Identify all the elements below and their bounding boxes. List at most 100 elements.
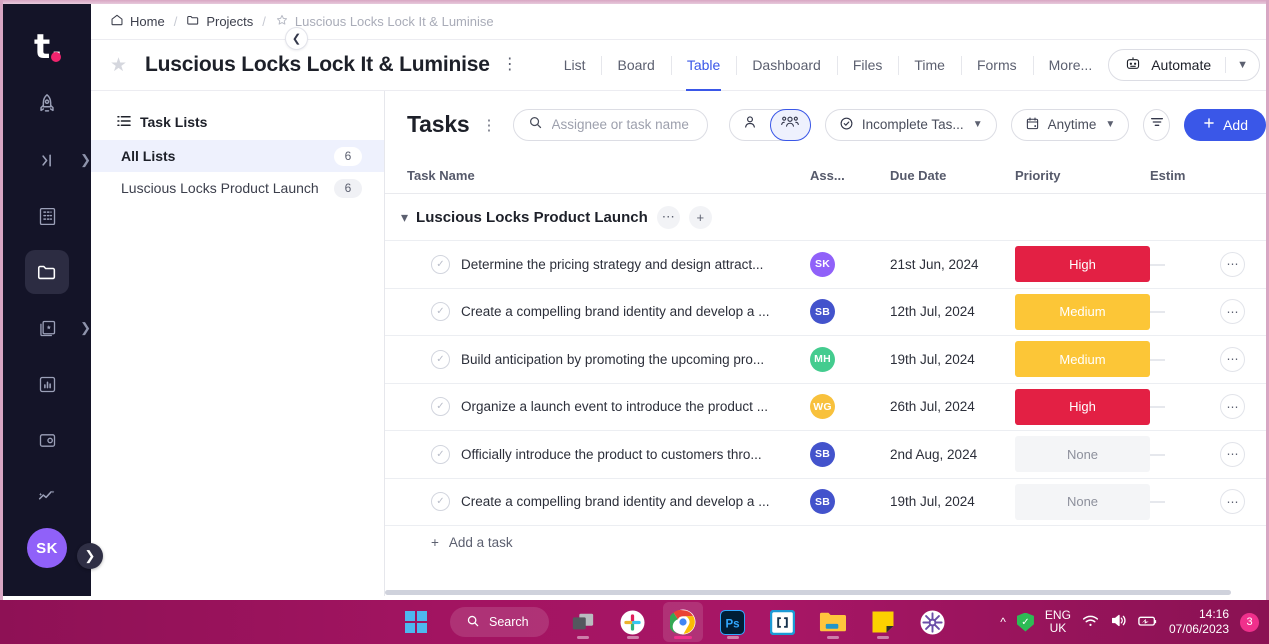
task-priority-badge[interactable]: Medium [1015, 341, 1150, 378]
volume-icon[interactable] [1110, 613, 1127, 631]
rail-item-rocket[interactable] [25, 82, 69, 126]
task-options-button[interactable]: ⋯ [1220, 299, 1245, 325]
tab-table[interactable]: Table [670, 40, 736, 91]
tab-time[interactable]: Time [898, 40, 961, 91]
add-task-row[interactable]: + Add a task [385, 525, 1266, 559]
task-estimate[interactable]: — [1150, 446, 1165, 463]
rail-item-projects[interactable] [25, 250, 69, 294]
tab-board[interactable]: Board [601, 40, 670, 91]
assignee-avatar[interactable]: SK [810, 251, 835, 277]
tab-forms[interactable]: Forms [960, 40, 1033, 91]
task-options-button[interactable]: ⋯ [1220, 489, 1245, 515]
breadcrumb-projects[interactable]: Projects [186, 13, 253, 30]
table-row[interactable]: ✓ Create a compelling brand identity and … [385, 477, 1266, 526]
rail-item-collapse[interactable]: ❯ [25, 138, 91, 182]
task-complete-checkbox[interactable]: ✓ [431, 254, 450, 274]
search-input[interactable] [551, 117, 693, 132]
notification-badge[interactable]: 3 [1240, 612, 1259, 632]
task-complete-checkbox[interactable]: ✓ [431, 444, 450, 464]
task-options-button[interactable]: ⋯ [1220, 394, 1245, 420]
start-button[interactable] [396, 602, 436, 642]
rail-item-templates[interactable]: ❯ [25, 306, 91, 350]
task-priority-badge[interactable]: None [1015, 483, 1150, 520]
task-due-date[interactable]: 26th Jul, 2024 [890, 399, 1015, 414]
status-filter-dropdown[interactable]: Incomplete Tas... ▼ [824, 108, 997, 141]
brackets-icon[interactable] [763, 602, 803, 642]
tray-expand-icon[interactable]: ^ [1000, 615, 1006, 629]
taskbar-search[interactable]: Search [450, 607, 549, 637]
sticky-notes-icon[interactable] [863, 602, 903, 642]
chevron-down-icon[interactable]: ▾ [393, 209, 416, 226]
assignee-avatar[interactable]: SB [810, 489, 835, 515]
rail-item-reports[interactable] [25, 362, 69, 406]
task-due-date[interactable]: 19th Jul, 2024 [890, 494, 1015, 509]
tab-dashboard[interactable]: Dashboard [736, 40, 837, 91]
column-header-assignee[interactable]: Ass... [810, 168, 890, 183]
task-options-button[interactable]: ⋯ [1220, 346, 1245, 372]
photoshop-icon[interactable]: Ps [713, 602, 753, 642]
task-estimate[interactable]: — [1150, 256, 1165, 273]
task-priority-badge[interactable]: High [1015, 388, 1150, 425]
horizontal-scrollbar[interactable] [385, 590, 1231, 595]
slack-icon[interactable] [613, 602, 653, 642]
rail-item-grid[interactable] [25, 194, 69, 238]
task-options-button[interactable]: ⋯ [1220, 251, 1245, 277]
tab-files[interactable]: Files [836, 40, 899, 91]
task-complete-checkbox[interactable]: ✓ [431, 397, 450, 417]
rail-item-finance[interactable] [25, 418, 69, 462]
task-due-date[interactable]: 19th Jul, 2024 [890, 352, 1015, 367]
tasks-options-button[interactable]: ⋮ [482, 116, 497, 134]
task-estimate[interactable]: — [1150, 398, 1165, 415]
assignee-avatar[interactable]: WG [810, 394, 835, 420]
sidebar-item-luscious-locks-product-launch[interactable]: Luscious Locks Product Launch 6 [91, 172, 384, 204]
assignee-avatar[interactable]: SB [810, 441, 835, 467]
task-complete-checkbox[interactable]: ✓ [431, 349, 450, 369]
column-header-due-date[interactable]: Due Date [890, 168, 1015, 183]
favorite-star-icon[interactable]: ★ [110, 56, 127, 75]
battery-icon[interactable] [1138, 614, 1158, 631]
table-row[interactable]: ✓ Organize a launch event to introduce th… [385, 382, 1266, 431]
chrome-icon[interactable] [662, 602, 703, 642]
add-task-button[interactable]: Add [1184, 108, 1266, 141]
task-due-date[interactable]: 21st Jun, 2024 [890, 257, 1015, 272]
clock[interactable]: 14:16 07/06/2023 [1169, 607, 1229, 637]
breadcrumb-home[interactable]: Home [110, 13, 165, 30]
assignee-avatar[interactable]: SB [810, 299, 835, 325]
task-priority-badge[interactable]: None [1015, 436, 1150, 473]
wifi-icon[interactable] [1082, 614, 1099, 631]
star-icon[interactable] [275, 13, 289, 30]
single-user-toggle[interactable] [730, 110, 771, 140]
flower-app-icon[interactable] [913, 602, 953, 642]
rail-expand-button[interactable]: ❯ [77, 543, 103, 569]
task-estimate[interactable]: — [1150, 351, 1165, 368]
task-priority-badge[interactable]: High [1015, 246, 1150, 283]
assignee-avatar[interactable]: MH [810, 346, 835, 372]
table-row[interactable]: ✓ Officially introduce the product to cus… [385, 430, 1266, 478]
table-row[interactable]: ✓ Create a compelling brand identity and … [385, 287, 1266, 336]
task-due-date[interactable]: 12th Jul, 2024 [890, 304, 1015, 319]
filter-button[interactable] [1143, 108, 1171, 141]
security-shield-icon[interactable]: ✓ [1016, 612, 1034, 632]
task-due-date[interactable]: 2nd Aug, 2024 [890, 447, 1015, 462]
column-header-task-name[interactable]: Task Name [385, 168, 810, 183]
language-indicator[interactable]: ENG UK [1045, 608, 1071, 636]
search-box[interactable] [512, 108, 708, 141]
sidebar-collapse-button[interactable]: ❮ [285, 27, 308, 50]
multi-user-toggle[interactable] [769, 108, 811, 141]
task-view-button[interactable] [563, 602, 603, 642]
column-header-estimate[interactable]: Estim [1150, 168, 1220, 183]
sidebar-item-all-lists[interactable]: All Lists 6 [91, 140, 384, 172]
automate-button[interactable]: Automate [1109, 50, 1225, 80]
task-priority-badge[interactable]: Medium [1015, 293, 1150, 330]
task-estimate[interactable]: — [1150, 303, 1165, 320]
task-options-button[interactable]: ⋯ [1220, 441, 1245, 467]
task-complete-checkbox[interactable]: ✓ [431, 302, 450, 322]
project-options-button[interactable]: ⋮ [502, 57, 518, 73]
table-row[interactable]: ✓ Determine the pricing strategy and desi… [385, 240, 1266, 288]
task-estimate[interactable]: — [1150, 493, 1165, 510]
avatar[interactable]: SK [27, 528, 67, 568]
date-filter-dropdown[interactable]: Anytime ▼ [1010, 108, 1130, 141]
tab-more[interactable]: More... [1032, 40, 1109, 91]
task-complete-checkbox[interactable]: ✓ [431, 492, 450, 512]
table-row[interactable]: ✓ Build anticipation by promoting the upc… [385, 335, 1266, 383]
